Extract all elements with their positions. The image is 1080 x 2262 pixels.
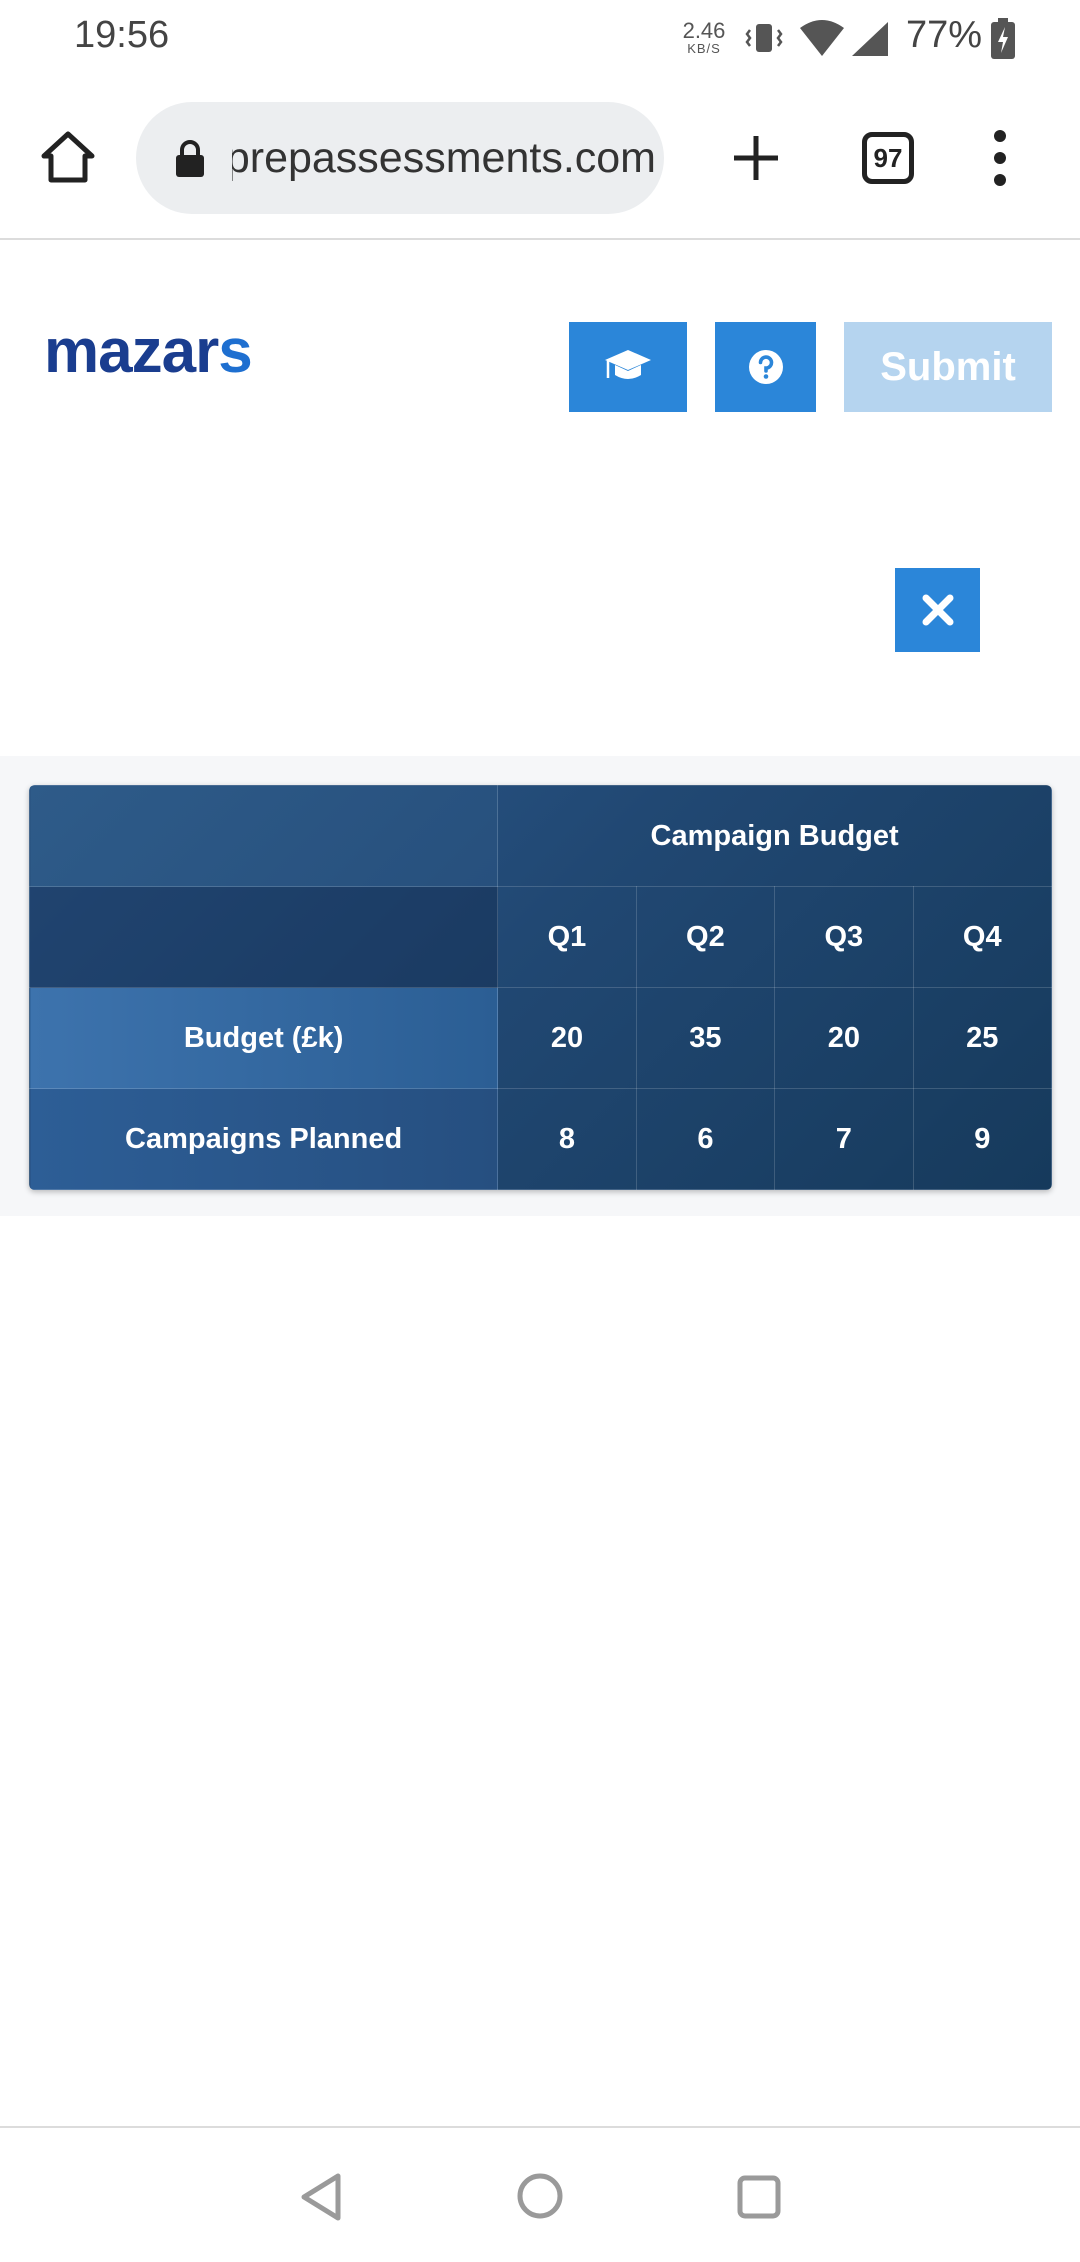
wifi-icon bbox=[800, 20, 844, 56]
back-triangle-icon[interactable] bbox=[298, 2172, 344, 2222]
table-group-header: Campaign Budget bbox=[497, 785, 1052, 887]
table-cell: 35 bbox=[635, 987, 776, 1089]
table-cell: 7 bbox=[774, 1088, 914, 1190]
table-cell: 20 bbox=[774, 987, 914, 1089]
question-circle-icon bbox=[748, 350, 783, 384]
table-cell: 6 bbox=[635, 1088, 776, 1190]
logo-accent: s bbox=[218, 317, 252, 386]
logo-main: mazar bbox=[44, 317, 219, 386]
recent-apps-square-icon[interactable] bbox=[736, 2174, 782, 2220]
battery-percent: 77% bbox=[906, 14, 983, 56]
graduation-cap-icon bbox=[605, 350, 651, 379]
table-cell: 9 bbox=[912, 1088, 1052, 1190]
row-label: Campaigns Planned bbox=[29, 1088, 499, 1190]
address-bar[interactable]: jobtestprepassessments.com bbox=[136, 102, 664, 214]
network-speed: 2.46 KB/S bbox=[678, 18, 730, 56]
table-row: Budget (£k) 20 35 20 25 bbox=[29, 987, 1052, 1089]
status-time: 19:56 bbox=[74, 14, 170, 56]
tab-switcher-button[interactable]: 97 bbox=[862, 132, 914, 184]
table-cell: 8 bbox=[497, 1088, 637, 1190]
table-quarter-row: Q1 Q2 Q3 Q4 bbox=[29, 886, 1052, 988]
column-header-q1: Q1 bbox=[497, 886, 637, 988]
table-cell: 25 bbox=[912, 987, 1052, 1089]
network-speed-unit: KB/S bbox=[687, 41, 721, 56]
close-x-icon bbox=[922, 594, 953, 626]
url-text: jobtestprepassessments.com bbox=[232, 134, 656, 182]
cell-signal-icon bbox=[852, 22, 888, 56]
lock-icon bbox=[176, 140, 204, 177]
battery-charging-icon bbox=[991, 18, 1015, 59]
home-icon[interactable] bbox=[38, 128, 98, 188]
table-corner-cell bbox=[29, 886, 499, 988]
row-label: Budget (£k) bbox=[29, 987, 499, 1089]
table-corner-cell bbox=[29, 785, 499, 887]
more-menu-icon[interactable] bbox=[984, 128, 1016, 188]
column-header-q3: Q3 bbox=[774, 886, 914, 988]
home-circle-icon[interactable] bbox=[516, 2172, 564, 2220]
column-header-q2: Q2 bbox=[635, 886, 776, 988]
table-header-row: Campaign Budget bbox=[29, 785, 1052, 887]
learn-button[interactable] bbox=[569, 322, 687, 412]
system-nav-bar bbox=[0, 2126, 1080, 2262]
network-speed-value: 2.46 bbox=[682, 18, 726, 43]
close-button[interactable] bbox=[895, 568, 980, 652]
new-tab-icon[interactable] bbox=[728, 130, 784, 186]
table-row: Campaigns Planned 8 6 7 9 bbox=[29, 1088, 1052, 1190]
column-header-q4: Q4 bbox=[912, 886, 1052, 988]
vibrate-icon bbox=[745, 24, 783, 52]
campaign-budget-table: Campaign Budget Q1 Q2 Q3 Q4 Budget (£k) … bbox=[29, 785, 1052, 1190]
table-cell: 20 bbox=[497, 987, 637, 1089]
browser-toolbar: jobtestprepassessments.com 97 bbox=[0, 80, 1080, 240]
status-bar: 19:56 2.46 KB/S 77% bbox=[0, 0, 1080, 80]
help-button[interactable] bbox=[715, 322, 816, 412]
submit-button[interactable]: Submit bbox=[844, 322, 1052, 412]
mazars-logo: mazars bbox=[44, 316, 253, 387]
